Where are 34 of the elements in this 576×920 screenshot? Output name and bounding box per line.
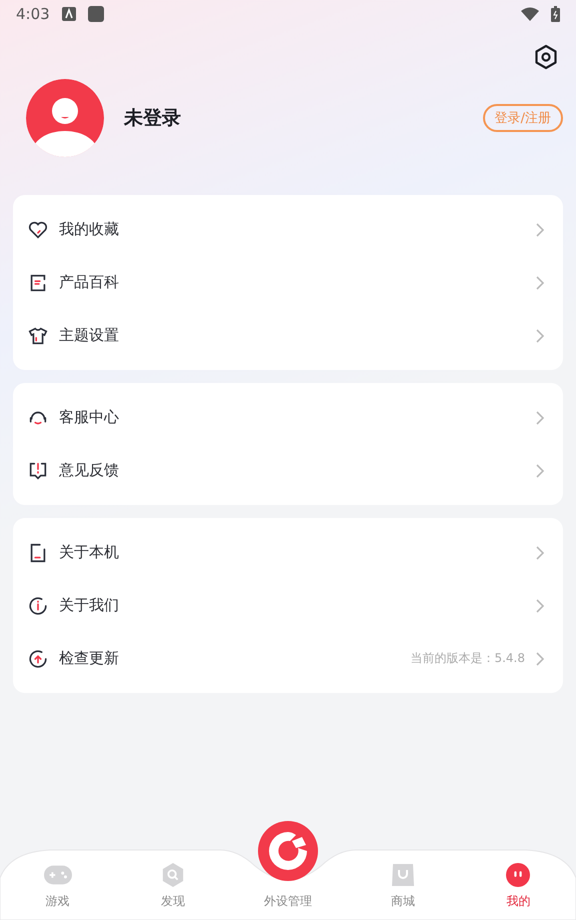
menu-item[interactable]: 关于本机 (59, 543, 525, 562)
nav-tab[interactable]: 发现 (115, 848, 230, 920)
chevron-icon (535, 546, 545, 560)
notification-icon (88, 6, 104, 22)
face-icon (504, 863, 532, 887)
shirt-icon (27, 324, 49, 346)
menu-item[interactable]: 产品百科 (59, 273, 525, 292)
info-icon (27, 594, 49, 616)
chevron-icon (535, 328, 545, 342)
app-notification-icon (62, 7, 76, 21)
nav-tab[interactable]: 外设管理 (230, 814, 346, 920)
update-icon (27, 648, 49, 670)
version-text: 当前的版本是：5.4.8 (410, 650, 525, 667)
chevron-icon (535, 222, 545, 236)
chevron-icon (535, 464, 545, 478)
chevron-icon (535, 410, 545, 424)
wifi-icon (521, 7, 539, 21)
menu-item[interactable]: 客服中心 (59, 408, 525, 427)
nav-tab[interactable]: 商城 (346, 848, 461, 920)
battery-icon (551, 6, 560, 22)
menu-item[interactable]: 主题设置 (59, 326, 525, 345)
menu-item[interactable]: 检查更新 (59, 649, 400, 668)
username: 未登录 (124, 106, 182, 131)
menu-item[interactable]: 关于我们 (59, 596, 525, 615)
nav-tab[interactable]: 我的 (460, 848, 576, 920)
nav-tab[interactable]: 游戏 (0, 848, 116, 920)
menu-item[interactable]: 意见反馈 (59, 461, 525, 480)
chevron-icon (535, 598, 545, 612)
menu-item[interactable]: 我的收藏 (59, 220, 525, 239)
settings-icon[interactable] (533, 44, 559, 70)
avatar-icon[interactable] (26, 79, 104, 157)
status-time: 4:03 (16, 5, 50, 23)
chevron-icon (535, 276, 545, 290)
chevron-icon (535, 652, 545, 666)
